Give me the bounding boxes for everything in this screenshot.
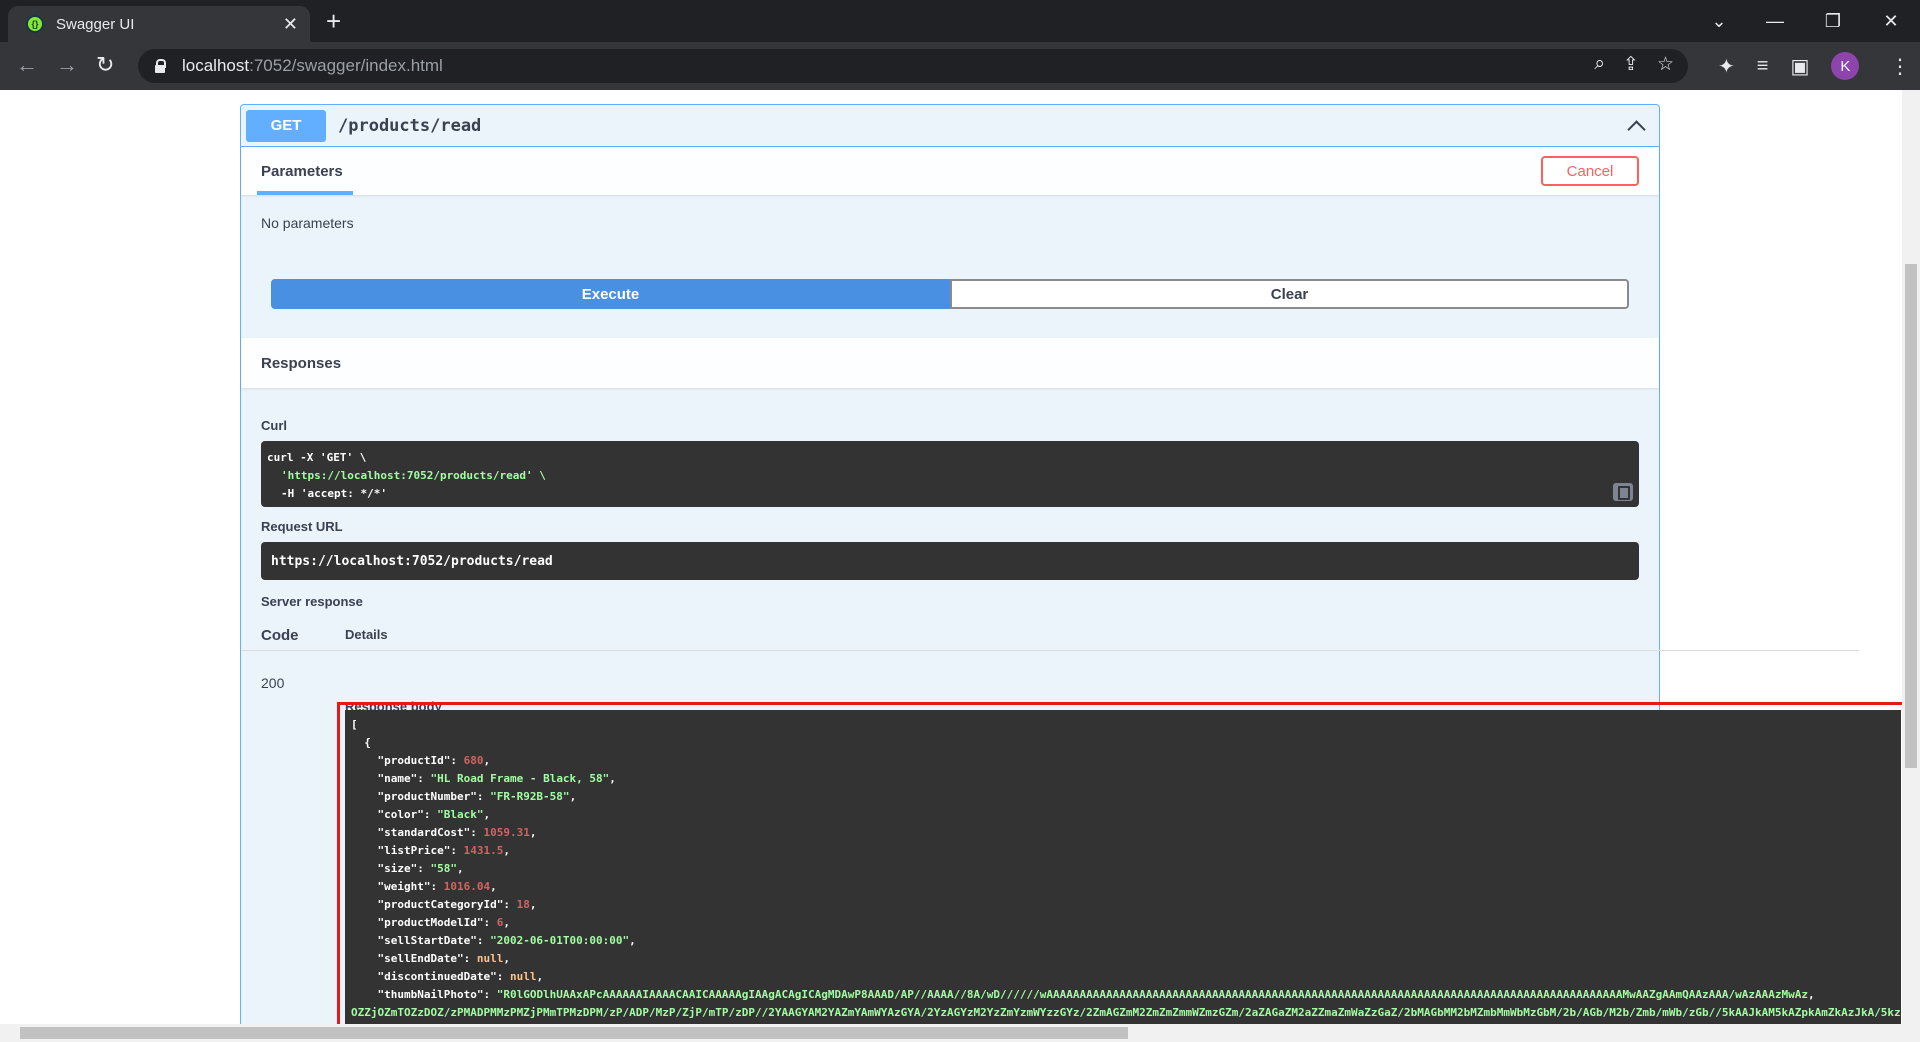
share-icon[interactable]: ⇪: [1623, 53, 1639, 76]
json-field-name: "name": "HL Road Frame - Black, 58",: [351, 772, 616, 785]
parameters-header: Parameters Cancel: [241, 147, 1659, 195]
json-field-thumbNailPhoto: "thumbNailPhoto": "R0lGODlhUAAxAPcAAAAAA…: [351, 988, 1815, 1001]
browser-tab[interactable]: {} Swagger UI ✕: [8, 6, 310, 42]
json-field-standardCost: "standardCost": 1059.31,: [351, 826, 537, 839]
curl-line-3: -H 'accept: */*': [281, 487, 387, 500]
horizontal-scrollbar-thumb[interactable]: [20, 1027, 1128, 1039]
restore-icon[interactable]: ❐: [1804, 0, 1862, 42]
new-tab-icon[interactable]: +: [326, 8, 341, 34]
json-continuation-line: OZZjOZmTOZzDOZ/zPMADPMMzPMZjPMmTPMzDPM/z…: [351, 1006, 1901, 1019]
profile-avatar[interactable]: K: [1831, 52, 1860, 80]
json-field-weight: "weight": 1016.04,: [351, 880, 497, 893]
page-content: GET /products/read Parameters Cancel No …: [0, 90, 1920, 1042]
side-panel-icon[interactable]: ▣: [1790, 54, 1809, 79]
curl-code-block[interactable]: curl -X 'GET' \ 'https://localhost:7052/…: [261, 441, 1639, 507]
curl-line-2: 'https://localhost:7052/products/read' \: [281, 469, 546, 482]
browser-tab-strip: {} Swagger UI ✕ + ⌄ — ❐ ✕: [0, 0, 1920, 42]
cancel-button[interactable]: Cancel: [1541, 156, 1639, 186]
extensions-icon[interactable]: ✦: [1718, 54, 1735, 79]
vertical-scrollbar[interactable]: [1902, 90, 1920, 1042]
clear-button[interactable]: Clear: [950, 279, 1629, 309]
json-field-productModelId: "productModelId": 6,: [351, 916, 510, 929]
json-field-listPrice: "listPrice": 1431.5,: [351, 844, 510, 857]
operation-path: /products/read: [338, 115, 482, 136]
details-column-header: Details: [345, 627, 388, 642]
response-code: 200: [261, 675, 285, 691]
code-column-header: Code: [261, 627, 299, 644]
menu-kebab-icon[interactable]: ⋮: [1890, 54, 1910, 79]
request-url-box[interactable]: https://localhost:7052/products/read: [261, 542, 1639, 580]
json-field-color: "color": "Black",: [351, 808, 491, 821]
no-parameters-text: No parameters: [261, 215, 354, 231]
execute-wrapper: Execute Clear: [271, 279, 1629, 309]
json-field-productNumber: "productNumber": "FR-R92B-58",: [351, 790, 577, 803]
json-field-discontinuedDate: "discontinuedDate": null,: [351, 970, 544, 983]
swagger-favicon-icon: {}: [26, 15, 44, 33]
server-response-label: Server response: [261, 594, 363, 609]
tab-parameters[interactable]: Parameters: [257, 147, 353, 195]
address-bar[interactable]: localhost:7052/swagger/index.html ⌕ ⇪ ☆: [138, 49, 1688, 83]
vertical-scrollbar-thumb[interactable]: [1905, 264, 1917, 768]
browser-toolbar: ← → ↻ localhost:7052/swagger/index.html …: [0, 42, 1920, 90]
forward-icon[interactable]: →: [56, 54, 78, 76]
json-field-size: "size": "58",: [351, 862, 464, 875]
url-host: localhost: [182, 56, 250, 75]
execute-button[interactable]: Execute: [271, 279, 950, 309]
window-close-icon[interactable]: ✕: [1862, 0, 1920, 42]
json-field-productId: "productId": 680,: [351, 754, 491, 767]
media-control-icon[interactable]: ≡: [1757, 55, 1769, 78]
zoom-icon[interactable]: ⌕: [1594, 53, 1605, 76]
response-table-header: Code Details: [241, 627, 1859, 651]
close-tab-icon[interactable]: ✕: [283, 14, 298, 35]
curl-line-1: curl -X 'GET' \: [267, 451, 367, 464]
bookmark-star-icon[interactable]: ☆: [1657, 53, 1674, 76]
minimize-icon[interactable]: —: [1746, 0, 1804, 42]
horizontal-scrollbar[interactable]: [0, 1024, 1902, 1042]
json-field-sellEndDate: "sellEndDate": null,: [351, 952, 510, 965]
json-open-array: [: [351, 718, 358, 731]
tab-title: Swagger UI: [56, 15, 135, 33]
chevron-up-icon[interactable]: [1626, 116, 1646, 136]
lock-icon[interactable]: [154, 59, 166, 73]
request-url-label: Request URL: [261, 519, 343, 534]
operation-summary[interactable]: GET /products/read: [241, 105, 1659, 147]
curl-label: Curl: [261, 418, 287, 433]
url-path: :7052/swagger/index.html: [249, 56, 443, 75]
http-method-badge: GET: [246, 109, 326, 142]
copy-to-clipboard-icon[interactable]: [1613, 483, 1633, 501]
responses-header: Responses: [241, 338, 1659, 388]
json-field-sellStartDate: "sellStartDate": "2002-06-01T00:00:00",: [351, 934, 636, 947]
tab-search-icon[interactable]: ⌄: [1690, 0, 1748, 42]
back-icon[interactable]: ←: [16, 54, 38, 76]
reload-icon[interactable]: ↻: [96, 54, 114, 76]
json-open-object: {: [351, 736, 371, 749]
response-body-code[interactable]: [ { "productId": 680, "name": "HL Road F…: [345, 710, 1901, 1026]
json-field-productCategoryId: "productCategoryId": 18,: [351, 898, 537, 911]
